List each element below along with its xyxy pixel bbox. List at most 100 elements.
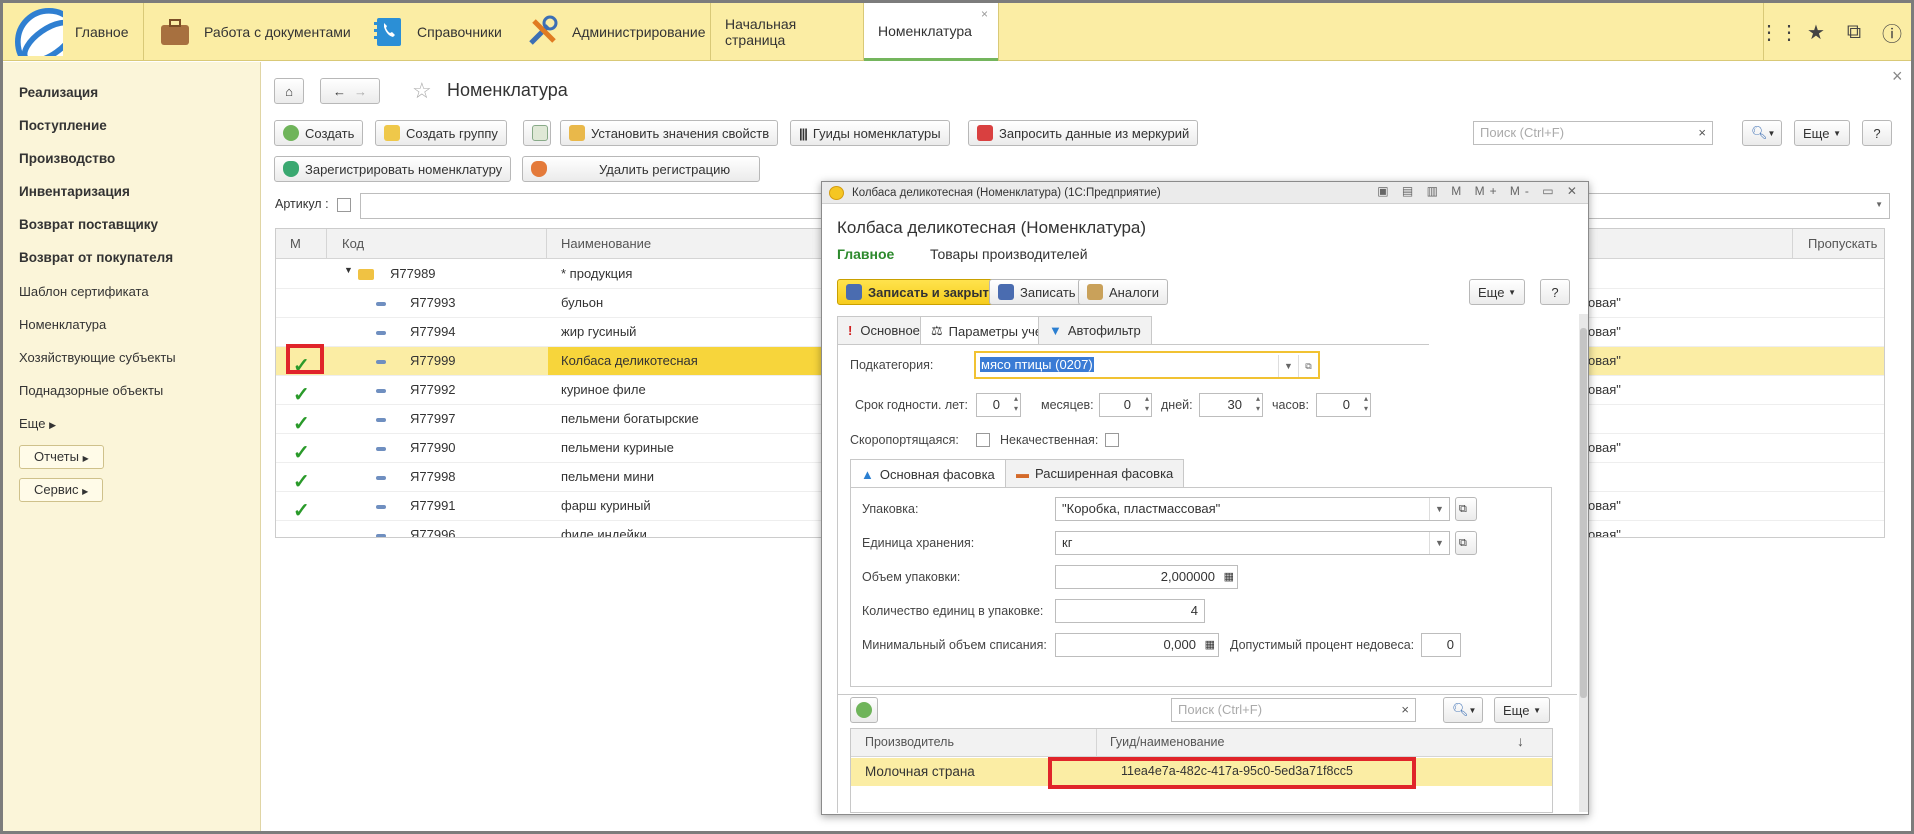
expand-arrow-icon[interactable]: ▼ [344,265,353,275]
defective-checkbox[interactable] [1105,433,1119,447]
create-button[interactable]: Создать [274,120,364,146]
scales-icon: ⚖ [931,323,943,338]
chevron-down-icon[interactable]: ▼ [1429,532,1449,554]
analogs-button[interactable]: Аналоги [1078,279,1169,305]
sidebar-item-sales[interactable]: Реализация [19,85,98,100]
scroll-thumb[interactable] [1580,328,1587,698]
save-close-button[interactable]: Записать и закрыть [837,279,1006,305]
window-controls[interactable]: ▣ ▤ ▥ M M+ M- ▭ ✕ [1377,184,1582,198]
section-main[interactable]: Главное [15,3,145,61]
search-input[interactable]: Поиск (Ctrl+F) × [1473,121,1713,145]
tab-home-page[interactable]: Начальная страница [711,3,863,61]
copy-button[interactable] [523,120,551,146]
add-producer-button[interactable] [850,697,878,723]
shelf-hours-input[interactable]: 0 [1316,393,1371,417]
save-button[interactable]: Записать [989,279,1085,305]
sidebar-item-receipts[interactable]: Поступление [19,118,107,133]
favorites-star-icon[interactable]: ★ [1797,20,1835,45]
dialog-nav-producer-goods[interactable]: Товары производителей [930,246,1088,262]
clear-icon[interactable]: × [1698,122,1706,144]
volume-input[interactable]: 2,000000 ▦ [1055,565,1238,589]
home-icon: ⌂ [285,83,293,99]
dialog-more-button[interactable]: Еще ▼ [1469,279,1525,305]
sidebar-item-supervised[interactable]: Поднадзорные объекты [19,383,163,398]
favorite-star-icon[interactable]: ☆ [412,78,432,104]
section-documents[interactable]: Работа с документами [158,3,351,61]
reports-button[interactable]: Отчеты ▶ [19,445,104,469]
calculator-icon[interactable]: ▦ [1224,566,1234,588]
sidebar-item-production[interactable]: Производство [19,151,115,166]
back-arrow-icon[interactable]: ← [333,84,346,99]
request-mercury-button[interactable]: Запросить данные из меркурий [968,120,1199,146]
service-button[interactable]: Сервис ▶ [19,478,104,502]
tab-close-icon[interactable]: × [981,7,988,21]
sidebar-item-entities[interactable]: Хозяйствующие субъекты [19,350,176,365]
create-group-button[interactable]: Создать группу [375,120,507,146]
open-icon[interactable]: ⧉ [1298,355,1318,377]
shortage-input[interactable]: 0 [1421,633,1461,657]
checkmark-icon[interactable]: ✓ [293,411,310,436]
shelf-days-input[interactable]: 30 [1199,393,1263,417]
section-references[interactable]: Справочники [371,3,502,61]
shelf-years-input[interactable]: 0 [976,393,1021,417]
unregister-button[interactable]: Удалить регистрацию [522,156,760,182]
clear-icon[interactable]: × [1401,699,1409,721]
min-writeoff-input[interactable]: 0,000 ▦ [1055,633,1219,657]
col-mark[interactable]: М [290,236,301,251]
info-icon[interactable]: ⓘ [1873,18,1911,47]
col-guid[interactable]: Гуид/наименование [1110,735,1224,749]
tab-extended-packing[interactable]: ▬ Расширенная фасовка [1005,459,1185,487]
tab-autofilter[interactable]: ▼ Автофильтр [1038,316,1152,344]
calculator-icon[interactable]: ▦ [1205,634,1215,656]
chevron-down-icon[interactable]: ▼ [1278,355,1298,377]
search-button[interactable]: 🔍︎ ▼ [1742,120,1782,146]
dialog-scrollbar[interactable] [1579,314,1588,812]
help-button[interactable]: ? [1862,120,1892,146]
sidebar-item-return-customer[interactable]: Возврат от покупателя [19,250,173,265]
subcategory-input[interactable]: мясо птицы (0207) ▼ ⧉ [974,351,1320,379]
set-properties-button[interactable]: Установить значения свойств [560,120,779,146]
sidebar-item-inventory[interactable]: Инвентаризация [19,184,130,199]
chevron-down-icon[interactable]: ▼ [1875,194,1883,216]
col-code[interactable]: Код [342,236,364,251]
sidebar-item-nomenclature[interactable]: Номенклатура [19,317,106,332]
producer-search-button[interactable]: 🔍︎ ▼ [1443,697,1483,723]
chevron-down-icon[interactable]: ▼ [1429,498,1449,520]
register-button[interactable]: Зарегистрировать номенклатуру [274,156,512,182]
unit-open-icon[interactable]: ⧉ [1455,531,1477,555]
forward-arrow-icon[interactable]: → [354,84,367,99]
sidebar-item-more[interactable]: Еще ▶ [19,416,56,431]
article-checkbox[interactable] [337,198,351,212]
col-name[interactable]: Наименование [561,236,651,251]
perishable-checkbox[interactable] [976,433,990,447]
units-count-input[interactable]: 4 [1055,599,1205,623]
col-skip[interactable]: Пропускать [1808,236,1877,251]
page-close-icon[interactable]: × [1892,66,1903,87]
guids-button[interactable]: ||| Гуиды номенклатуры [790,120,950,146]
dialog-nav-main[interactable]: Главное [837,246,894,262]
sort-arrow-icon[interactable]: ↓ [1517,733,1524,749]
storage-unit-input[interactable]: кг ▼ [1055,531,1450,555]
history-icon[interactable]: ⧉ [1835,21,1873,44]
sidebar-item-return-supplier[interactable]: Возврат поставщику [19,217,158,232]
analogs-label: Аналоги [1109,284,1160,300]
package-input[interactable]: "Коробка, пластмассовая" ▼ [1055,497,1450,521]
more-button[interactable]: Еще ▼ [1794,120,1850,146]
checkmark-icon[interactable]: ✓ [293,498,310,523]
package-open-icon[interactable]: ⧉ [1455,497,1477,521]
producer-more-button[interactable]: Еще ▼ [1494,697,1550,723]
col-producer[interactable]: Производитель [865,735,954,749]
checkmark-icon[interactable]: ✓ [293,440,310,465]
tab-basic[interactable]: ! Основное [837,316,931,344]
section-admin[interactable]: Администрирование [526,3,706,61]
tab-main-packing[interactable]: ▲ Основная фасовка [850,459,1006,488]
checkmark-icon[interactable]: ✓ [293,382,310,407]
home-button[interactable]: ⌂ [274,78,304,104]
tab-nomenclature[interactable]: Номенклатура × [864,3,998,61]
shelf-months-input[interactable]: 0 [1099,393,1152,417]
producer-search-input[interactable]: Поиск (Ctrl+F) × [1171,698,1416,722]
apps-grid-icon[interactable]: ⋮⋮ [1759,20,1799,45]
sidebar-item-cert-template[interactable]: Шаблон сертификата [19,284,149,299]
checkmark-icon[interactable]: ✓ [293,469,310,494]
dialog-help-button[interactable]: ? [1540,279,1570,305]
